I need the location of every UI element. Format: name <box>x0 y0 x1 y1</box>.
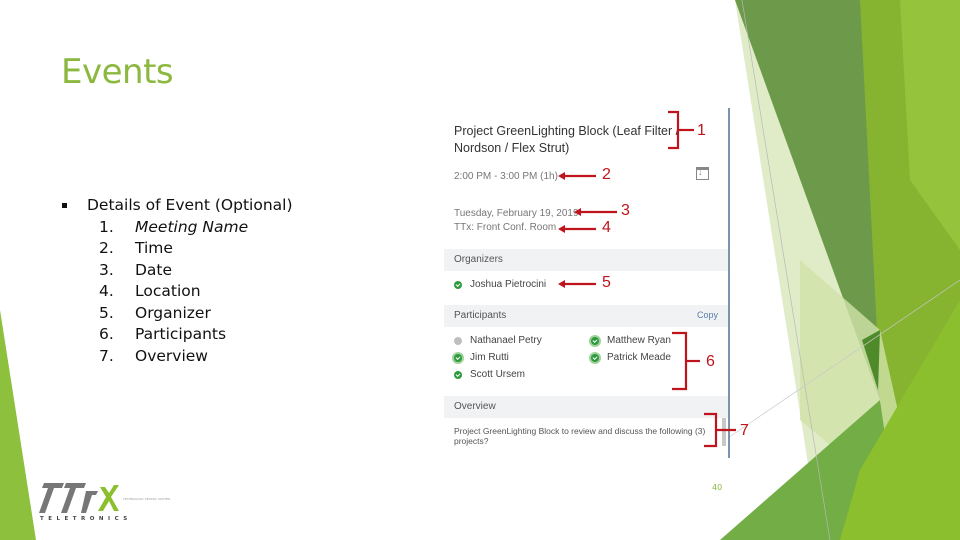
annotation-label-6: 6 <box>706 353 715 370</box>
annotation-label-7: 7 <box>740 422 749 439</box>
ttx-logo-mark-icon <box>39 483 119 513</box>
annotation-label-2: 2 <box>602 166 611 183</box>
arrowhead-5 <box>558 280 565 288</box>
arrowhead-4 <box>558 225 565 233</box>
arrowhead-2 <box>558 172 565 180</box>
bracket-7 <box>704 412 718 448</box>
annotation-label-1: 1 <box>697 122 706 139</box>
logo-tagline: TECHNOLOGY. PEOPLE. MATTER. <box>123 497 172 501</box>
page-number: 40 <box>712 483 723 492</box>
arrowhead-3 <box>574 208 581 216</box>
annotation-layer <box>558 110 736 448</box>
annotation-label-3: 3 <box>621 202 630 219</box>
annotation-label-4: 4 <box>602 219 611 236</box>
bracket-6 <box>672 331 688 391</box>
logo-wordmark: TELETRONICS <box>40 516 132 522</box>
bracket-1 <box>668 110 682 150</box>
teletronics-logo: TECHNOLOGY. PEOPLE. MATTER. TELETRONICS <box>38 481 171 522</box>
annotation-label-5: 5 <box>602 274 611 291</box>
